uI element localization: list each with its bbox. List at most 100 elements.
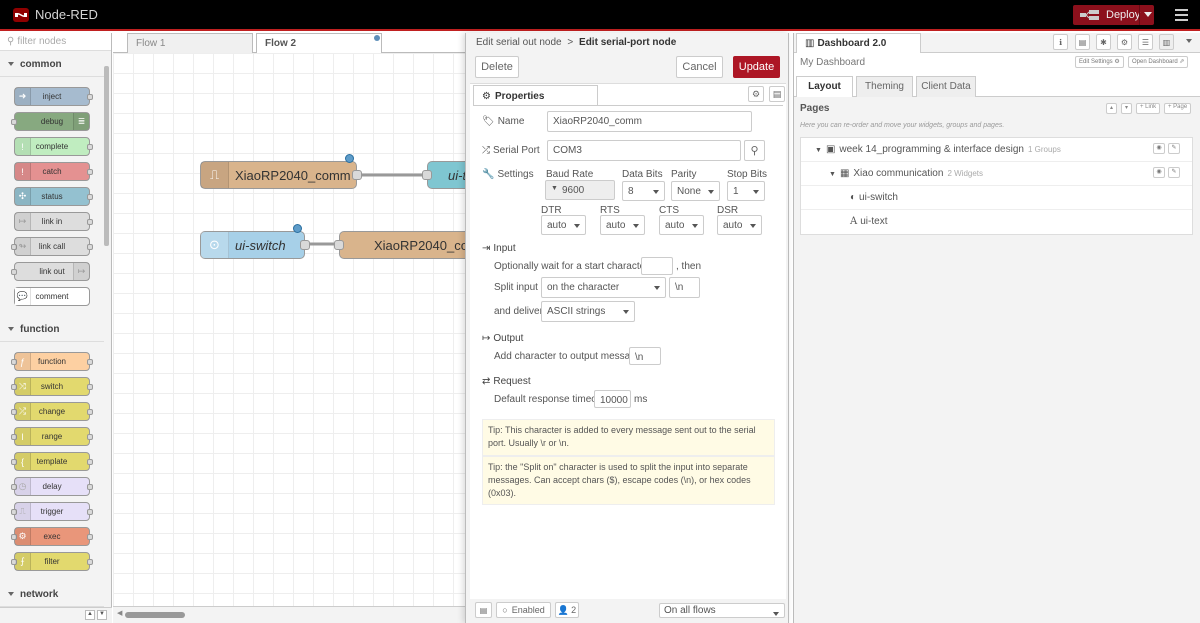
add-link-button[interactable]: + Link	[1136, 103, 1161, 114]
chevron-down-icon[interactable]	[1186, 39, 1192, 43]
dashboard-chart-icon[interactable]: ▥	[1159, 34, 1174, 50]
users-button[interactable]: 👤 2	[555, 602, 579, 618]
context-data-icon[interactable]: ☰	[1138, 34, 1153, 50]
palette-node-link-out[interactable]: link out ↦	[11, 262, 90, 281]
palette-node-inject[interactable]: ➜ inject	[14, 87, 93, 106]
palette-node-filter[interactable]: ⨍ filter	[11, 552, 93, 571]
tab-client-data[interactable]: Client Data	[916, 76, 976, 97]
output-port[interactable]	[300, 240, 310, 250]
cts-select[interactable]: auto	[659, 215, 704, 235]
flow-node-serial-in[interactable]: ⎍ XiaoRP2040_comm	[200, 161, 362, 189]
palette-category-common[interactable]: common	[0, 52, 104, 77]
deploy-menu-caret-icon[interactable]	[1144, 12, 1152, 17]
tab-properties[interactable]: ⚙ Properties	[473, 85, 598, 106]
collapse-up-icon[interactable]: ▲	[85, 610, 95, 620]
parity-select[interactable]: None	[671, 181, 720, 201]
breadcrumb: Edit serial out node > Edit serial-port …	[470, 33, 786, 53]
deploy-icon	[1080, 10, 1099, 20]
update-button[interactable]: Update	[733, 56, 780, 78]
breadcrumb-parent[interactable]: Edit serial out node	[476, 37, 562, 48]
eye-icon[interactable]: ◉	[1153, 143, 1165, 154]
start-char-input[interactable]	[641, 257, 673, 275]
name-input[interactable]: XiaoRP2040_comm	[547, 111, 752, 132]
palette-node-status[interactable]: ✣ status	[14, 187, 93, 206]
palette-scrollbar[interactable]	[104, 66, 109, 246]
input-port[interactable]	[422, 170, 432, 180]
collapse-all-icon[interactable]: ▴	[1106, 103, 1118, 114]
expand-all-icon[interactable]: ▾	[1121, 103, 1133, 114]
palette-filter-input[interactable]: ⚲ filter nodes	[0, 33, 111, 51]
palette-node-function[interactable]: ƒ function	[11, 352, 93, 371]
palette-node-complete[interactable]: ! complete	[14, 137, 93, 156]
search-ports-button[interactable]: ⚲	[744, 140, 765, 161]
flow-node-ui-text[interactable]: ui-t	[422, 161, 465, 189]
tree-row-group[interactable]: ▼ ▦ Xiao communication 2 Widgets ◉ ✎	[801, 162, 1192, 186]
palette-node-comment[interactable]: 💬 comment	[14, 287, 90, 306]
delete-button[interactable]: Delete	[475, 56, 519, 78]
config-cog-icon[interactable]: ⚙	[1117, 34, 1132, 50]
main-menu-icon[interactable]	[1175, 9, 1188, 24]
info-icon[interactable]: ℹ	[1053, 34, 1068, 50]
tab-flow-2[interactable]: Flow 2	[256, 33, 382, 54]
widget-name: ui-switch	[859, 192, 898, 203]
node-appearance-button[interactable]: ▤	[475, 602, 492, 618]
flow-canvas[interactable]: ⎍ XiaoRP2040_comm ui-t ⊙ ui-switch XiaoRP2…	[113, 53, 465, 606]
palette-node-delay[interactable]: ◷ delay	[11, 477, 93, 496]
flow-node-ui-switch[interactable]: ⊙ ui-switch	[200, 231, 310, 259]
deploy-button[interactable]: Deploy	[1073, 5, 1154, 25]
cancel-button[interactable]: Cancel	[676, 56, 723, 78]
palette-category-function[interactable]: function	[0, 317, 104, 342]
serial-port-input[interactable]: COM3	[547, 140, 741, 161]
edit-icon[interactable]: ✎	[1168, 143, 1180, 154]
palette-node-change[interactable]: ⤮ change	[11, 402, 93, 421]
collapse-down-icon[interactable]: ▼	[97, 610, 107, 620]
tree-row-widget[interactable]: Aui-text	[801, 210, 1192, 234]
canvas-horizontal-scrollbar[interactable]	[125, 612, 185, 618]
input-port[interactable]	[334, 240, 344, 250]
dtr-select[interactable]: auto	[541, 215, 586, 235]
split-input-label: Split input	[494, 282, 538, 293]
tab-dashboard[interactable]: ▥ Dashboard 2.0	[796, 33, 921, 53]
palette-node-exec[interactable]: ⚙ exec	[11, 527, 93, 546]
add-char-input[interactable]: \n	[629, 347, 661, 365]
output-port	[87, 144, 93, 150]
edit-settings-button[interactable]: Edit Settings ⚙	[1075, 56, 1124, 68]
palette-node-trigger[interactable]: ⎍ trigger	[11, 502, 93, 521]
tree-row-page[interactable]: ▼ ▣ week 14_programming & interface design…	[801, 138, 1192, 162]
timeout-input[interactable]: 10000	[594, 390, 631, 408]
stop-bits-select[interactable]: 1	[727, 181, 765, 201]
palette-node-link-in[interactable]: ↦ link in	[14, 212, 93, 231]
split-mode-select[interactable]: on the character	[541, 277, 666, 298]
palette-node-debug[interactable]: debug ≣	[11, 112, 90, 131]
dsr-select[interactable]: auto	[717, 215, 762, 235]
tab-layout[interactable]: Layout	[796, 76, 853, 98]
tab-flow-1[interactable]: Flow 1	[127, 33, 253, 53]
node-description-icon[interactable]: ▤	[769, 86, 785, 102]
edit-icon[interactable]: ✎	[1168, 167, 1180, 178]
delete-label: Delete	[481, 61, 513, 73]
tab-theming[interactable]: Theming	[856, 76, 913, 97]
deliver-select[interactable]: ASCII strings	[541, 301, 635, 322]
split-char-input[interactable]: \n	[669, 277, 700, 298]
eye-icon[interactable]: ◉	[1153, 167, 1165, 178]
palette-node-link-call[interactable]: ↬ link call	[11, 237, 93, 256]
rts-select[interactable]: auto	[600, 215, 645, 235]
add-page-button[interactable]: + Page	[1164, 103, 1192, 114]
baud-rate-input[interactable]: ▼ 9600	[545, 180, 615, 200]
open-dashboard-button[interactable]: Open Dashboard ⇗	[1128, 56, 1189, 68]
palette-node-switch[interactable]: ⤨ switch	[11, 377, 93, 396]
palette-node-range[interactable]: ǀ range	[11, 427, 93, 446]
scroll-left-icon[interactable]: ◀	[117, 609, 122, 617]
output-port[interactable]	[352, 170, 362, 180]
scope-select[interactable]: On all flows	[659, 603, 785, 618]
palette-category-network[interactable]: network	[0, 582, 104, 607]
enabled-toggle[interactable]: ○ Enabled	[496, 602, 551, 618]
debug-bug-icon[interactable]: ✱	[1096, 34, 1111, 50]
flow-node-serial-out[interactable]: XiaoRP2040_com	[334, 231, 465, 259]
data-bits-select[interactable]: 8	[622, 181, 665, 201]
help-book-icon[interactable]: ▤	[1075, 34, 1090, 50]
node-settings-icon[interactable]: ⚙	[748, 86, 764, 102]
palette-node-catch[interactable]: ! catch	[14, 162, 93, 181]
tree-row-widget[interactable]: ◐ ui-switch	[801, 186, 1192, 210]
palette-node-template[interactable]: {template	[11, 452, 93, 471]
